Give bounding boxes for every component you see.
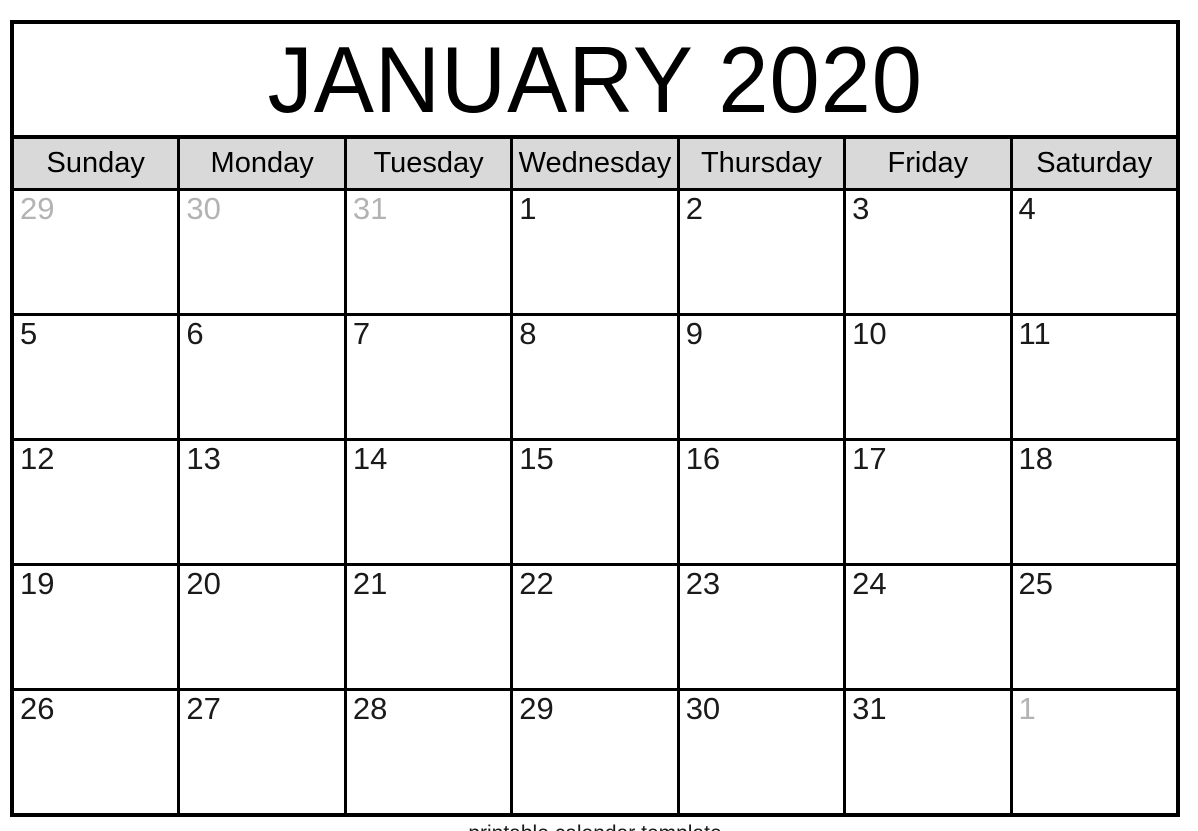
calendar-day-cell[interactable]: 24 (846, 566, 1013, 688)
day-number: 25 (1018, 566, 1054, 601)
day-number: 3 (852, 191, 870, 226)
day-number: 31 (352, 191, 388, 226)
calendar-day-cell[interactable]: 20 (180, 566, 347, 688)
calendar-day-cell[interactable]: 29 (513, 691, 680, 813)
calendar-day-cell[interactable]: 5 (14, 316, 181, 438)
calendar-day-cell[interactable]: 28 (346, 691, 514, 813)
calendar-title-row: JANUARY 2020 (14, 24, 1176, 139)
day-number: 2 (685, 191, 703, 226)
calendar-day-cell[interactable]: 10 (846, 316, 1013, 438)
day-of-week-header-monday: Monday (180, 139, 347, 188)
day-number: 22 (519, 566, 554, 601)
day-number: 15 (519, 441, 554, 476)
day-of-week-header-saturday: Saturday (1012, 139, 1176, 188)
calendar-week-row: 12 13 14 15 16 17 18 (14, 441, 1176, 566)
calendar-day-cell[interactable]: 2 (679, 191, 847, 313)
calendar-day-cell[interactable]: 1 (1012, 691, 1176, 813)
day-number: 12 (20, 441, 55, 476)
calendar-day-cell[interactable]: 23 (679, 566, 847, 688)
day-number: 19 (20, 566, 55, 601)
calendar-day-cell[interactable]: 19 (14, 566, 181, 688)
footer-caption: printable calendar template (10, 823, 1180, 831)
day-number: 14 (352, 441, 388, 476)
day-number: 27 (186, 691, 221, 726)
day-number: 18 (1018, 441, 1054, 476)
day-number: 8 (519, 316, 537, 351)
day-number: 31 (852, 691, 887, 726)
calendar-day-cell[interactable]: 9 (679, 316, 847, 438)
day-number: 24 (852, 566, 887, 601)
day-of-week-header-row: Sunday Monday Tuesday Wednesday Thursday Frid… (14, 139, 1176, 191)
calendar-day-cell[interactable]: 17 (846, 441, 1013, 563)
day-number: 1 (519, 191, 537, 226)
day-number: 28 (352, 691, 388, 726)
day-of-week-header-sunday: Sunday (14, 139, 181, 188)
calendar-day-cell[interactable]: 25 (1012, 566, 1176, 688)
calendar-day-cell[interactable]: 4 (1012, 191, 1176, 313)
day-number: 29 (519, 691, 554, 726)
calendar-day-cell[interactable]: 7 (346, 316, 514, 438)
calendar-day-cell[interactable]: 21 (346, 566, 514, 688)
calendar-day-cell[interactable]: 22 (513, 566, 680, 688)
day-number: 9 (685, 316, 703, 351)
day-of-week-header-friday: Friday (846, 139, 1013, 188)
calendar-day-cell[interactable]: 1 (513, 191, 680, 313)
day-number: 1 (1018, 691, 1036, 726)
day-number: 29 (20, 191, 55, 226)
calendar-day-cell[interactable]: 16 (679, 441, 847, 563)
footer-clipped-text: printable calendar template (10, 823, 1180, 831)
calendar-day-cell[interactable]: 15 (513, 441, 680, 563)
calendar-day-cell[interactable]: 8 (513, 316, 680, 438)
calendar-week-row: 5 6 7 8 9 10 11 (14, 316, 1176, 441)
calendar-day-cell[interactable]: 13 (180, 441, 347, 563)
calendar-day-cell[interactable]: 11 (1012, 316, 1176, 438)
day-of-week-header-thursday: Thursday (679, 139, 847, 188)
calendar-week-row: 19 20 21 22 23 24 25 (14, 566, 1176, 691)
day-of-week-header-wednesday: Wednesday (513, 139, 680, 188)
day-number: 10 (852, 316, 887, 351)
calendar-weeks: 29 30 31 1 2 3 4 5 6 7 8 9 10 11 12 13 14 15 16 17 18 19 20 21 2… (14, 191, 1176, 813)
day-of-week-header-tuesday: Tuesday (346, 139, 514, 188)
calendar-day-cell[interactable]: 31 (346, 191, 514, 313)
day-number: 23 (685, 566, 721, 601)
day-number: 20 (186, 566, 221, 601)
calendar-day-cell[interactable]: 31 (846, 691, 1013, 813)
day-number: 17 (852, 441, 887, 476)
day-number: 11 (1018, 316, 1051, 351)
page-title: JANUARY 2020 (267, 26, 923, 132)
calendar-day-cell[interactable]: 12 (14, 441, 181, 563)
day-number: 26 (20, 691, 55, 726)
day-number: 4 (1018, 191, 1036, 226)
day-number: 30 (685, 691, 721, 726)
day-number: 30 (186, 191, 221, 226)
day-number: 16 (685, 441, 721, 476)
calendar-day-cell[interactable]: 3 (846, 191, 1013, 313)
calendar-grid: JANUARY 2020 Sunday Monday Tuesday Wednesda… (10, 20, 1180, 817)
calendar-day-cell[interactable]: 26 (14, 691, 181, 813)
calendar-page: JANUARY 2020 Sunday Monday Tuesday Wednesda… (0, 0, 1198, 831)
calendar-day-cell[interactable]: 6 (180, 316, 347, 438)
day-number: 21 (352, 566, 388, 601)
day-number: 5 (20, 316, 38, 351)
day-number: 6 (186, 316, 204, 351)
calendar-week-row: 29 30 31 1 2 3 4 (14, 191, 1176, 316)
day-number: 13 (186, 441, 221, 476)
day-number: 7 (352, 316, 371, 351)
calendar-day-cell[interactable]: 30 (679, 691, 847, 813)
calendar-day-cell[interactable]: 14 (346, 441, 514, 563)
calendar-day-cell[interactable]: 18 (1012, 441, 1176, 563)
calendar-day-cell[interactable]: 27 (180, 691, 347, 813)
calendar-day-cell[interactable]: 29 (14, 191, 181, 313)
calendar-day-cell[interactable]: 30 (180, 191, 347, 313)
calendar-week-row: 26 27 28 29 30 31 1 (14, 691, 1176, 813)
